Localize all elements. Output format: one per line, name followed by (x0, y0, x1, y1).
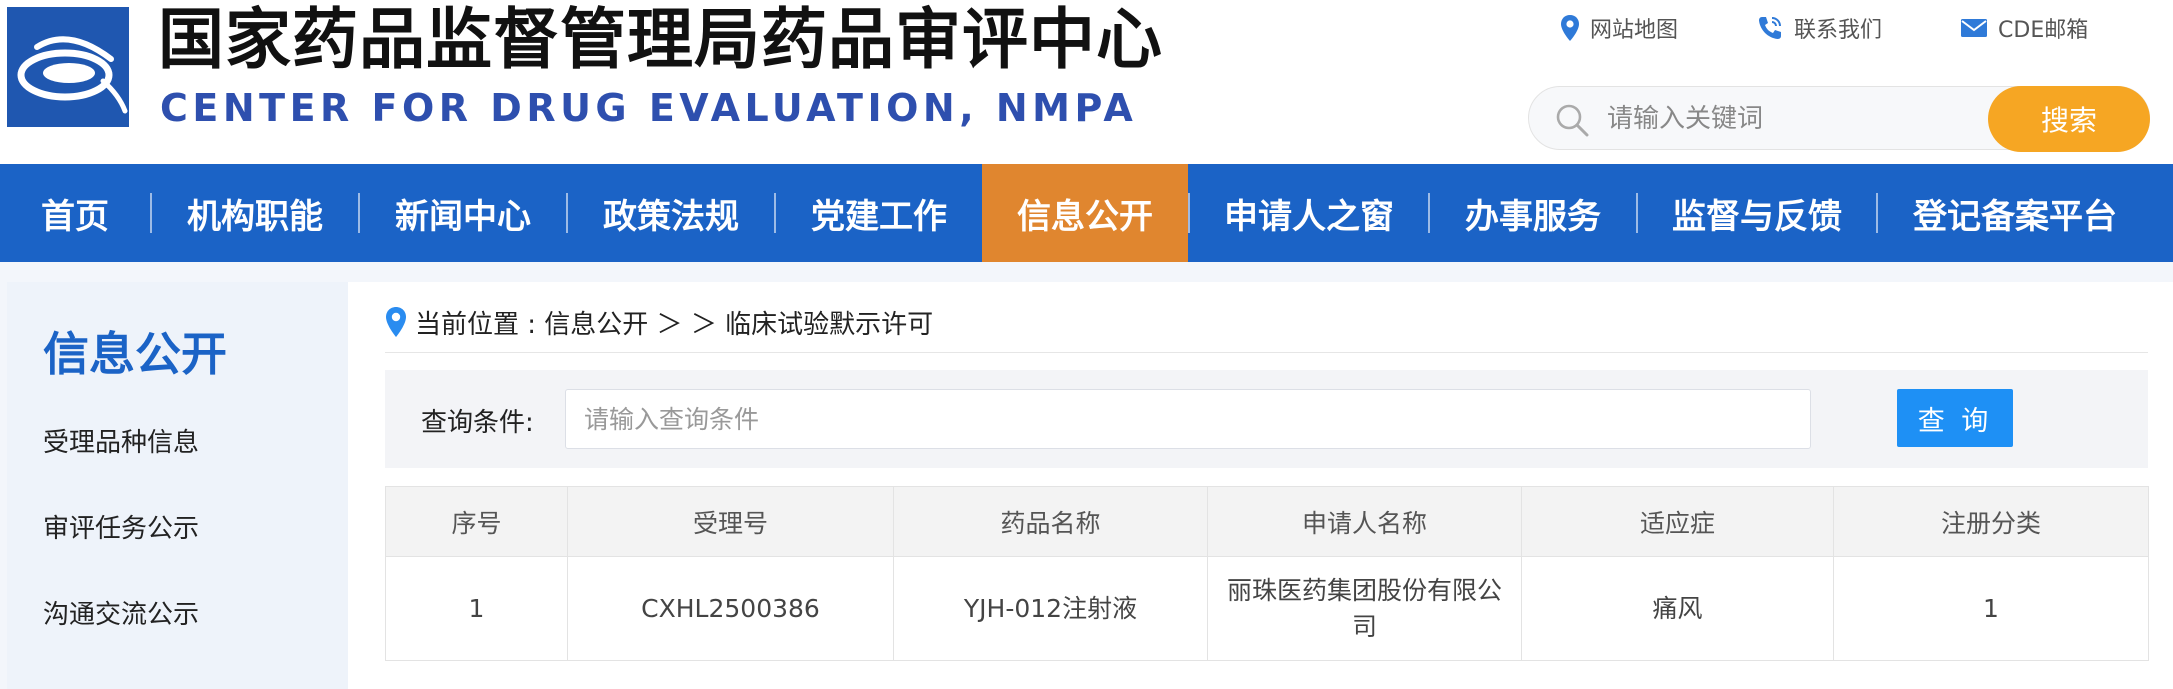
search-icon (1556, 104, 1589, 137)
nav-functions[interactable]: 机构职能 (152, 164, 358, 262)
cell-indication: 痛风 (1521, 556, 1834, 661)
query-input[interactable] (565, 389, 1811, 449)
cell-acceptance-no: CXHL2500386 (567, 556, 894, 661)
site-map-link[interactable]: 网站地图 (1560, 12, 1678, 44)
nav-info-disclosure[interactable]: 信息公开 (982, 164, 1188, 262)
nav-home[interactable]: 首页 (0, 164, 150, 262)
mail-icon (1961, 19, 1988, 37)
query-panel: 查询条件: 查 询 (385, 370, 2148, 468)
contact-us-label: 联系我们 (1794, 18, 1883, 43)
results-table: 序号 受理号 药品名称 申请人名称 适应症 注册分类 1 CXHL2500386… (385, 486, 2149, 661)
cde-mail-link[interactable]: CDE邮箱 (1960, 12, 2088, 44)
site-subtitle: CENTER FOR DRUG EVALUATION, NMPA (160, 86, 1138, 130)
sidebar-item-accepted-varieties[interactable]: 受理品种信息 (43, 422, 199, 459)
nav-news[interactable]: 新闻中心 (360, 164, 566, 262)
nav-policy[interactable]: 政策法规 (568, 164, 774, 262)
search-button[interactable]: 搜索 (1988, 86, 2150, 152)
site-header: 国家药品监督管理局药品审评中心 CENTER FOR DRUG EVALUATI… (0, 0, 2173, 164)
nav-applicant[interactable]: 申请人之窗 (1190, 164, 1428, 262)
column-header-acceptance-no: 受理号 (567, 486, 894, 557)
cell-index: 1 (385, 556, 568, 661)
cde-logo[interactable] (7, 7, 129, 127)
sidebar-title: 信息公开 (43, 327, 227, 381)
cde-mail-label: CDE邮箱 (1998, 18, 2089, 43)
phone-icon (1759, 17, 1782, 39)
nav-registration[interactable]: 登记备案平台 (1878, 164, 2152, 262)
column-header-applicant: 申请人名称 (1207, 486, 1522, 557)
cell-drug-name: YJH-012注射液 (893, 556, 1208, 661)
breadcrumb-text: 当前位置 : 信息公开 ＞ ＞ 临床试验默示许可 (415, 309, 934, 340)
column-header-index: 序号 (385, 486, 568, 557)
nav-party[interactable]: 党建工作 (776, 164, 982, 262)
contact-us-link[interactable]: 联系我们 (1756, 12, 1882, 44)
top-links: 网站地图 联系我们 CDE邮箱 (1560, 10, 2088, 46)
nav-supervision[interactable]: 监督与反馈 (1638, 164, 1876, 262)
cell-registration-class: 1 (1833, 556, 2149, 661)
cell-applicant: 丽珠医药集团股份有限公司 (1207, 556, 1522, 661)
query-label: 查询条件: (421, 408, 534, 438)
column-header-indication: 适应症 (1521, 486, 1834, 557)
logo-emblem-icon (7, 7, 129, 127)
location-pin-icon (386, 307, 406, 337)
sidebar: 信息公开 受理品种信息 审评任务公示 沟通交流公示 (7, 282, 348, 689)
nav-services[interactable]: 办事服务 (1430, 164, 1636, 262)
query-button[interactable]: 查 询 (1897, 389, 2013, 447)
site-map-label: 网站地图 (1590, 18, 1679, 43)
sidebar-item-review-tasks[interactable]: 审评任务公示 (43, 508, 199, 545)
sidebar-item-communication[interactable]: 沟通交流公示 (43, 594, 199, 631)
search-input[interactable] (1607, 93, 1987, 145)
column-header-registration-class: 注册分类 (1833, 486, 2149, 557)
breadcrumb: 当前位置 : 信息公开 ＞ ＞ 临床试验默示许可 (385, 304, 933, 340)
table-row: 1 CXHL2500386 YJH-012注射液 丽珠医药集团股份有限公司 痛风… (385, 556, 2149, 661)
site-search: 搜索 (1528, 86, 2150, 152)
table-header-row: 序号 受理号 药品名称 申请人名称 适应症 注册分类 (385, 486, 2149, 557)
site-title: 国家药品监督管理局药品审评中心 (158, 1, 1163, 78)
column-header-drug-name: 药品名称 (893, 486, 1208, 557)
location-pin-icon (1561, 15, 1579, 41)
breadcrumb-divider (385, 352, 2148, 353)
main-nav: 首页 机构职能 新闻中心 政策法规 党建工作 信息公开 申请人之窗 办事服务 监… (0, 164, 2173, 262)
